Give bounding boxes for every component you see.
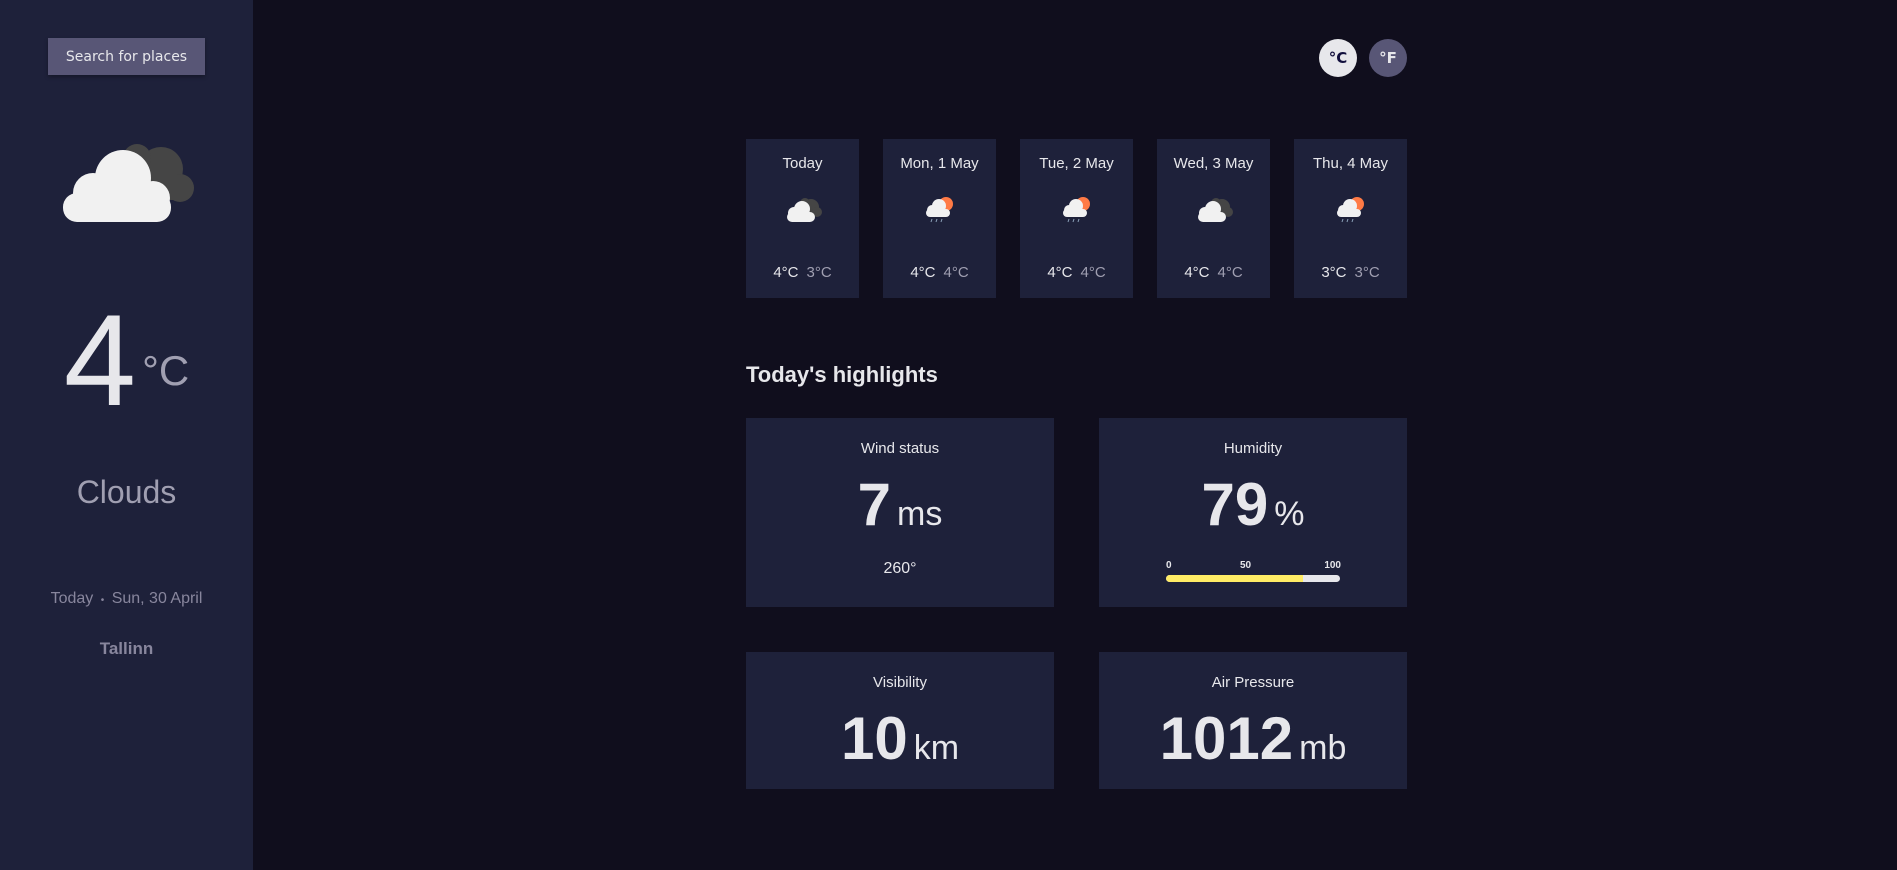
forecast-max: 3°C [1321,264,1347,281]
visibility-value: 10 km [746,704,1054,773]
forecast-card-thu: Thu, 4 May 3°C 3°C [1294,139,1407,298]
forecast-card-mon: Mon, 1 May 4°C 4°C [883,139,996,298]
sidebar: Search for places 4 °C Clouds Today • Sun… [0,0,253,870]
sun-rain-cloud-icon [1337,197,1364,223]
weather-description: Clouds [76,474,177,510]
clouds-icon [787,198,822,222]
date-prefix: Today [50,590,94,607]
forecast-date: Mon, 1 May [900,155,979,172]
pressure-label: Air Pressure [1211,674,1295,691]
humidity-progress-fill [1166,575,1304,582]
temperature-unit: °C [142,347,190,394]
current-temperature: 4 °C [0,295,253,425]
visibility-card: Visibility 10 km [746,652,1054,789]
forecast-temps: 4°C 4°C [1157,264,1270,281]
humidity-scale-50: 50 [1240,560,1252,571]
forecast-temps: 4°C 4°C [883,264,996,281]
forecast-max: 4°C [773,264,799,281]
forecast-temps: 3°C 3°C [1294,264,1407,281]
sun-rain-cloud-icon [1063,197,1090,223]
wind-value: 7 ms [746,470,1054,539]
location-name: Tallinn [99,639,154,658]
forecast-date: Tue, 2 May [1039,155,1114,172]
forecast-max: 4°C [1047,264,1073,281]
forecast-max: 4°C [910,264,936,281]
date-separator: • [100,595,105,606]
forecast-min: 4°C [1217,264,1243,281]
visibility-unit: km [913,729,960,767]
fahrenheit-toggle-button[interactable]: °F [1369,39,1407,77]
forecast-date: Today [782,155,823,172]
forecast-min: 3°C [806,264,832,281]
pressure-number: 1012 [1159,705,1294,772]
humidity-value: 79% [1099,470,1407,539]
humidity-scale: 0 50 100 [1166,560,1341,571]
forecast-temps: 4°C 4°C [1020,264,1133,281]
current-date: Today • Sun, 30 April [0,590,253,608]
forecast-date: Wed, 3 May [1173,155,1254,172]
clouds-icon [63,144,194,222]
pressure-unit: mb [1299,729,1347,767]
forecast-date: Thu, 4 May [1312,155,1389,172]
wind-number: 7 [857,471,892,538]
wind-unit: ms [897,495,943,533]
forecast-card-wed: Wed, 3 May 4°C 4°C [1157,139,1270,298]
forecast-card-today: Today 4°C 3°C [746,139,859,298]
humidity-card: Humidity 79% 0 50 100 [1099,418,1407,607]
humidity-unit: % [1274,495,1305,533]
air-pressure-card: Air Pressure 1012 mb [1099,652,1407,789]
date-text: Sun, 30 April [111,590,203,607]
forecast-min: 4°C [1080,264,1106,281]
forecast-min: 4°C [943,264,969,281]
highlights-title: Today's highlights [746,362,938,387]
sun-rain-cloud-icon [926,197,953,223]
humidity-label: Humidity [1223,440,1283,457]
visibility-number: 10 [840,705,908,772]
pressure-value: 1012 mb [1099,704,1407,773]
wind-direction: 260° [883,560,917,577]
humidity-number: 79 [1201,471,1269,538]
temperature-value: 4 [63,287,137,433]
search-places-button[interactable]: Search for places [48,38,205,75]
forecast-min: 3°C [1354,264,1380,281]
visibility-label: Visibility [873,674,927,691]
humidity-scale-0: 0 [1166,560,1172,571]
clouds-icon [1198,198,1233,222]
forecast-card-tue: Tue, 2 May 4°C 4°C [1020,139,1133,298]
humidity-scale-100: 100 [1324,560,1341,571]
wind-label: Wind status [860,440,940,457]
wind-status-card: Wind status 7 ms 260° [746,418,1054,607]
celsius-toggle-button[interactable]: °C [1319,39,1357,77]
forecast-max: 4°C [1184,264,1210,281]
humidity-progress-bar [1166,575,1340,582]
forecast-temps: 4°C 3°C [746,264,859,281]
